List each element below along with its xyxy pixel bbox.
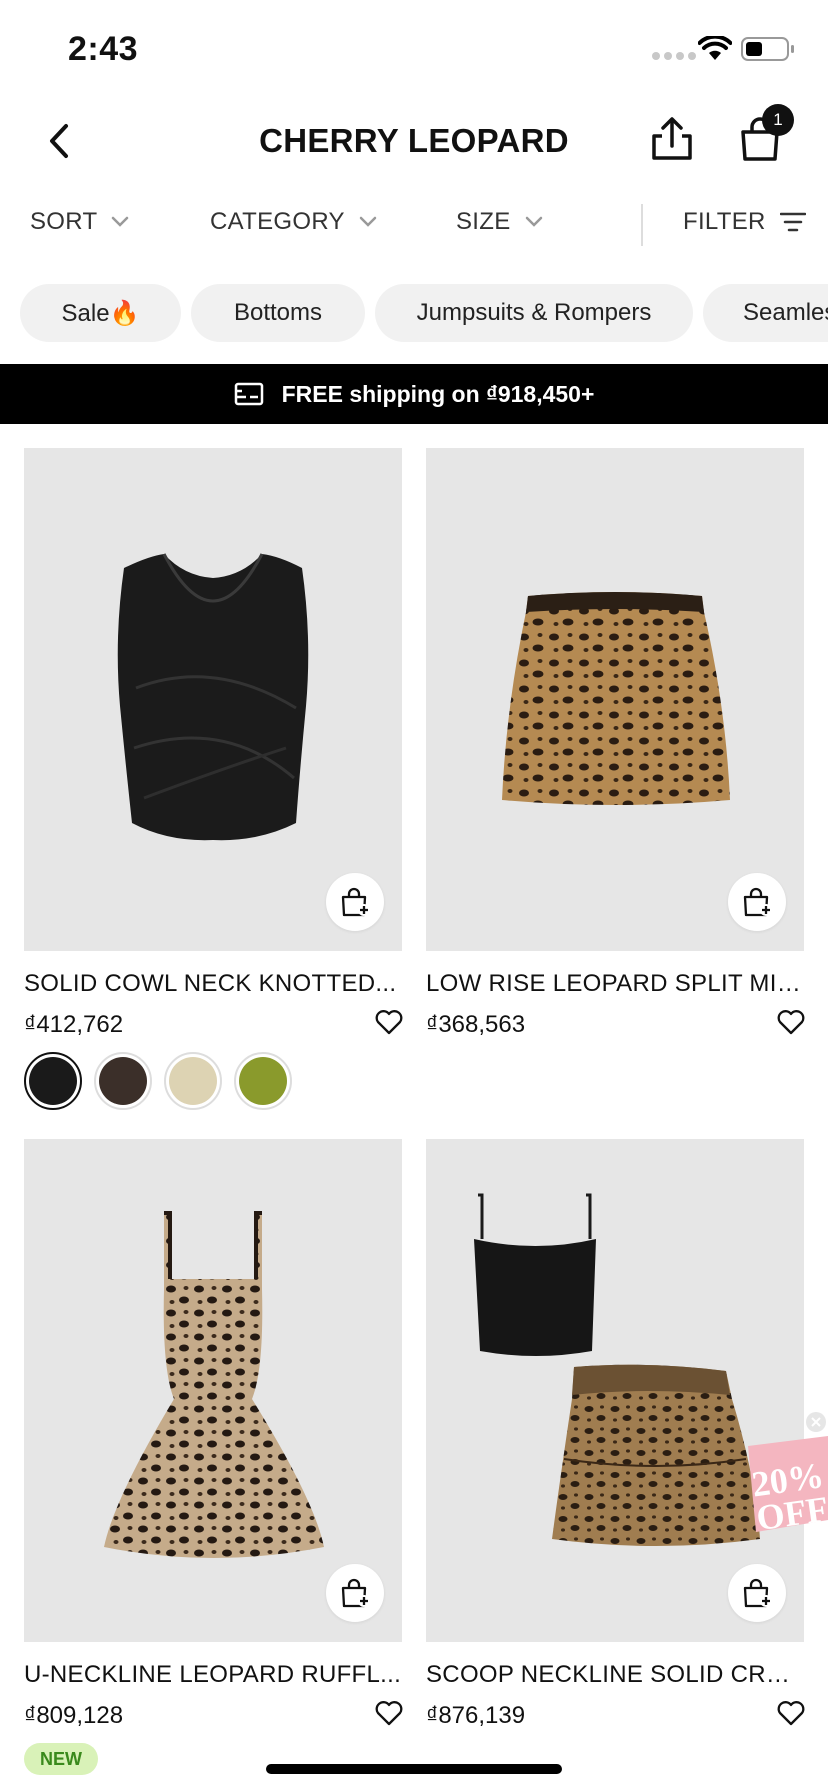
filter-button[interactable]: FILTER	[683, 208, 806, 236]
heart-icon[interactable]	[776, 1698, 806, 1728]
chip-sale[interactable]: Sale🔥	[20, 284, 181, 342]
sort-dropdown[interactable]: SORT	[30, 208, 129, 236]
share-icon[interactable]	[648, 114, 696, 164]
product-card[interactable]: SOLID COWL NECK KNOTTED... ₫412,762	[24, 448, 404, 1110]
chip-bottoms[interactable]: Bottoms	[191, 284, 365, 342]
wifi-icon	[698, 36, 732, 60]
status-time: 2:43	[68, 30, 139, 68]
category-label: CATEGORY	[210, 208, 345, 235]
heart-icon[interactable]	[374, 1007, 404, 1037]
add-to-cart-button[interactable]	[728, 873, 786, 931]
filter-lines-icon	[779, 212, 806, 232]
product-price: ₫809,128	[24, 1702, 124, 1729]
cart-count-badge: 1	[762, 104, 794, 136]
swatch-brown[interactable]	[94, 1052, 152, 1110]
product-name[interactable]: LOW RISE LEOPARD SPLIT MIN...	[426, 970, 804, 998]
swatch-cream[interactable]	[164, 1052, 222, 1110]
new-badge: NEW	[24, 1743, 98, 1775]
swatch-green[interactable]	[234, 1052, 292, 1110]
swatch-fill	[29, 1057, 77, 1105]
product-name[interactable]: U-NECKLINE LEOPARD RUFFL...	[24, 1661, 402, 1689]
filter-row: SORT CATEGORY SIZE FILTER	[0, 194, 828, 256]
filter-divider	[641, 204, 643, 246]
category-dropdown[interactable]: CATEGORY	[210, 208, 377, 236]
promo-floating-badge[interactable]: 20% OFF	[724, 1410, 828, 1542]
banner-text: FREE shipping on ₫918,450+	[281, 380, 595, 407]
heart-icon[interactable]	[776, 1007, 806, 1037]
size-dropdown[interactable]: SIZE	[456, 208, 543, 236]
product-card[interactable]: LOW RISE LEOPARD SPLIT MIN... ₫368,563	[426, 448, 806, 1048]
bag-plus-icon	[341, 887, 370, 917]
product-card[interactable]: U-NECKLINE LEOPARD RUFFL... ₫809,128 NEW	[24, 1139, 404, 1779]
chevron-down-icon	[359, 216, 377, 227]
bag-plus-icon	[341, 1578, 370, 1608]
product-price: ₫412,762	[24, 1011, 124, 1038]
add-to-cart-button[interactable]	[326, 873, 384, 931]
cellular-signal-icon	[652, 52, 696, 60]
chip-jumpsuits-rompers[interactable]: Jumpsuits & Rompers	[375, 284, 693, 342]
bag-plus-icon	[743, 1578, 772, 1608]
bag-plus-icon	[743, 887, 772, 917]
size-label: SIZE	[456, 208, 511, 235]
heart-icon[interactable]	[374, 1698, 404, 1728]
filter-label: FILTER	[683, 208, 766, 235]
swatch-black[interactable]	[24, 1052, 82, 1110]
battery-icon	[741, 37, 794, 61]
product-name[interactable]: SOLID COWL NECK KNOTTED...	[24, 970, 402, 998]
nav-bar: CHERRY LEOPARD	[0, 96, 828, 186]
product-image-leopard-dress[interactable]	[24, 1139, 402, 1642]
chevron-down-icon	[525, 216, 542, 227]
swatch-fill	[239, 1057, 287, 1105]
product-name[interactable]: SCOOP NECKLINE SOLID CRO...	[426, 1661, 804, 1689]
swatch-fill	[169, 1057, 217, 1105]
product-image-black-top[interactable]	[24, 448, 402, 951]
category-chip-row: Sale🔥 Bottoms Jumpsuits & Rompers Seamle…	[0, 284, 828, 344]
free-shipping-banner[interactable]: FREE shipping on ₫918,450+	[0, 364, 828, 424]
home-indicator	[266, 1764, 562, 1774]
back-arrow-icon[interactable]	[40, 116, 80, 166]
promo-text: 20% OFF	[749, 1454, 828, 1539]
chevron-down-icon	[112, 216, 129, 227]
product-image-cami-set[interactable]	[426, 1139, 804, 1642]
status-bar: 2:43	[0, 0, 828, 96]
product-image-leopard-skirt[interactable]	[426, 448, 804, 951]
product-price: ₫876,139	[426, 1702, 526, 1729]
chip-seamless[interactable]: Seamles	[703, 284, 828, 342]
add-to-cart-button[interactable]	[326, 1564, 384, 1622]
product-price: ₫368,563	[426, 1011, 526, 1038]
swatch-fill	[99, 1057, 147, 1105]
color-swatches	[24, 1052, 292, 1110]
sort-label: SORT	[30, 208, 98, 235]
shipping-card-icon	[234, 382, 263, 406]
page-title: CHERRY LEOPARD	[259, 122, 569, 159]
add-to-cart-button[interactable]	[728, 1564, 786, 1622]
